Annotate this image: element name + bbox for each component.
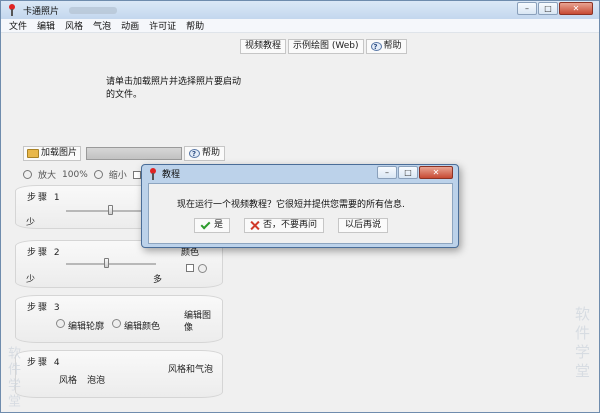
dialog-minimize-button[interactable]: – [377, 166, 397, 179]
edit-color-icon[interactable] [112, 319, 121, 328]
zoom-checkbox[interactable] [132, 170, 141, 179]
load-help-button[interactable]: 帮助 [184, 146, 226, 161]
zoom-in-label[interactable]: 放大 [38, 168, 56, 181]
dialog-pin-icon [148, 167, 158, 180]
step1-label: 步骤 1 [27, 193, 62, 203]
load-row: 加载图片 帮助 [23, 146, 226, 161]
menu-edit[interactable]: 编辑 [32, 19, 60, 32]
edit-outline-button[interactable]: 编辑轮廓 [68, 319, 104, 332]
window-title: 卡通照片 [23, 6, 60, 17]
step2-slider[interactable] [66, 258, 156, 268]
photo-path-field[interactable] [86, 147, 183, 160]
step2-max-label: 多 [153, 275, 163, 285]
top-help-label: 帮助 [383, 41, 402, 51]
yes-label: 是 [214, 220, 224, 230]
menu-help[interactable]: 帮助 [181, 19, 209, 32]
zoom-out-icon[interactable] [93, 170, 103, 179]
no-never-label: 否，不要再问 [263, 220, 318, 230]
top-help-button[interactable]: 帮助 [365, 39, 407, 54]
top-toolbar: 视频教程 示例绘图 (Web) 帮助 [240, 39, 409, 54]
menu-bubble[interactable]: 气泡 [88, 19, 116, 32]
later-button[interactable]: 以后再说 [338, 218, 389, 233]
sample-drawing-button[interactable]: 示例绘图 (Web) [288, 39, 364, 54]
close-button[interactable]: ✕ [559, 2, 593, 15]
caption-buttons: – □ ✕ [516, 2, 593, 15]
help-bubble-icon [370, 41, 382, 54]
folder-icon [27, 149, 39, 158]
no-never-ask-button[interactable]: 否，不要再问 [244, 218, 325, 233]
title-blur [69, 6, 118, 14]
step1-slider-thumb[interactable] [108, 205, 113, 215]
dialog-title-bar: 教程 – □ ✕ [142, 165, 458, 182]
step2-label: 步骤 2 [27, 248, 62, 258]
dialog-maximize-button[interactable]: □ [398, 166, 418, 179]
load-photo-label: 加载图片 [41, 148, 78, 158]
instruction-text: 请单击加载照片并选择照片要启动的文件。 [106, 77, 242, 100]
maximize-button[interactable]: □ [538, 2, 558, 15]
menu-style[interactable]: 风格 [60, 19, 88, 32]
step3-label: 步骤 3 [27, 303, 62, 313]
bubble-button[interactable]: 泡泡 [87, 373, 105, 386]
step1-min-label: 少 [26, 218, 36, 228]
step2-slider-thumb[interactable] [103, 258, 109, 268]
step2-min-label: 少 [26, 275, 36, 285]
menu-file[interactable]: 文件 [1, 19, 32, 32]
dialog-close-button[interactable]: ✕ [419, 166, 453, 179]
load-help-label: 帮助 [202, 148, 221, 158]
edit-outline-icon[interactable] [56, 319, 65, 328]
watermark-left: 软件学堂 [5, 346, 20, 410]
app-pin-icon [7, 4, 17, 16]
dialog-message: 现在运行一个视频教程？它很短并提供您需要的所有信息. [177, 200, 405, 210]
zoom-in-icon[interactable] [23, 170, 32, 179]
edit-color-button[interactable]: 编辑颜色 [124, 319, 160, 332]
step3-panel: 步骤 3 编辑轮廓 编辑颜色 编辑图像 [15, 295, 223, 343]
color-checkbox[interactable] [186, 264, 194, 272]
check-icon [200, 219, 211, 229]
menu-animation[interactable]: 动画 [116, 19, 144, 32]
zoom-level: 100% [62, 169, 88, 180]
color-swatch-icon[interactable] [198, 264, 207, 273]
zoom-out-label[interactable]: 缩小 [109, 168, 127, 181]
style-bubble-button[interactable]: 风格和气泡 [168, 364, 214, 376]
menu-license[interactable]: 许可证 [144, 19, 181, 32]
title-bar: 卡通照片 – □ ✕ [1, 1, 599, 19]
dialog-title: 教程 [162, 170, 181, 180]
style-button[interactable]: 风格 [59, 373, 77, 386]
video-tutorial-button[interactable]: 视频教程 [240, 39, 287, 54]
later-label: 以后再说 [345, 220, 382, 230]
dialog-buttons: 是 否，不要再问 以后再说 [194, 218, 389, 233]
yes-button[interactable]: 是 [194, 218, 231, 233]
minimize-button[interactable]: – [517, 2, 537, 15]
help-bubble-icon [189, 148, 201, 161]
step4-label: 步骤 4 [27, 358, 62, 368]
dialog-caption-buttons: – □ ✕ [376, 166, 453, 179]
load-photo-button[interactable]: 加载图片 [23, 146, 82, 161]
dialog-body: 现在运行一个视频教程？它很短并提供您需要的所有信息. 是 否，不要再问 以后再说 [148, 183, 453, 244]
edit-image-button[interactable]: 编辑图像 [184, 310, 214, 334]
menu-bar: 文件 编辑 风格 气泡 动画 许可证 帮助 [1, 19, 599, 33]
tutorial-dialog: 教程 – □ ✕ 现在运行一个视频教程？它很短并提供您需要的所有信息. 是 否，… [141, 164, 459, 248]
step4-panel: 步骤 4 风格 泡泡 风格和气泡 [15, 350, 223, 398]
zoom-row: 放大 100% 缩小 [23, 168, 147, 181]
x-icon [251, 221, 260, 230]
watermark-right: 软件学堂 [573, 306, 591, 382]
